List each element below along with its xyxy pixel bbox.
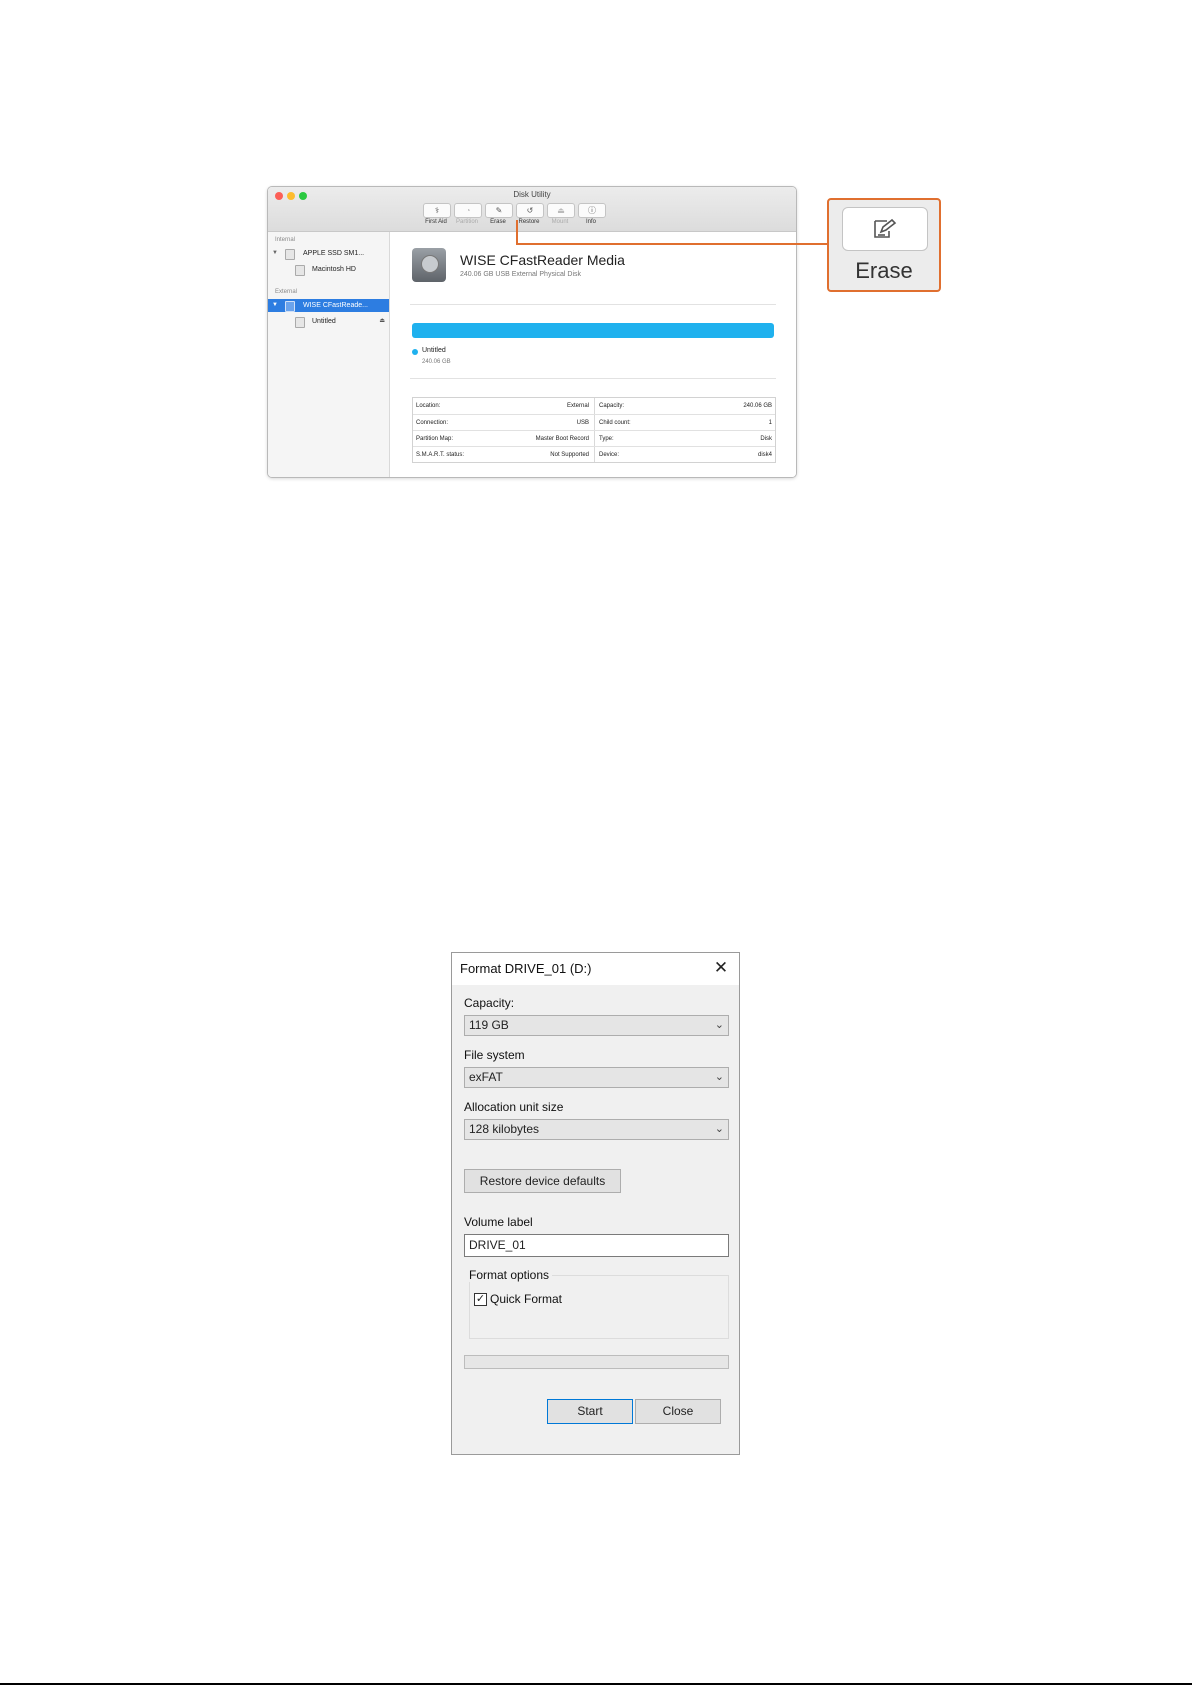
disk-info-table: Location: External Capacity: 240.06 GB C… — [412, 397, 776, 463]
info-key: S.M.A.R.T. status: — [416, 452, 465, 458]
disk-utility-window: Disk Utility ⚕ First Aid ◔ Partition ✎ E… — [267, 186, 797, 478]
table-row: Connection: USB Child count: 1 — [413, 414, 775, 431]
info-icon: ⓘ — [588, 206, 596, 215]
table-row: Partition Map: Master Boot Record Type: … — [413, 430, 775, 447]
disk-subtitle: 240.06 GB USB External Physical Disk — [460, 271, 581, 278]
window-title: Disk Utility — [513, 190, 551, 199]
info-key: Device: — [599, 452, 620, 458]
mount-icon: ⏏ — [557, 206, 565, 215]
restore-defaults-button[interactable]: Restore device defaults — [464, 1169, 621, 1193]
partition-size: 240.06 GB — [422, 359, 451, 365]
stethoscope-icon: ⚕ — [434, 206, 440, 215]
info-key: Capacity: — [599, 403, 625, 409]
info-key: Type: — [599, 436, 614, 442]
sidebar-item-label: APPLE SSD SM1... — [303, 250, 365, 257]
file-system-select[interactable]: exFAT ⌄ — [464, 1067, 729, 1088]
disk-icon — [285, 301, 295, 312]
erase-button-zoomed — [842, 207, 928, 251]
erase-icon: ✎ — [495, 206, 503, 215]
capacity-value: 119 GB — [469, 1018, 509, 1032]
info-key: Location: — [416, 403, 441, 409]
info-value: disk4 — [757, 452, 772, 458]
callout-connector — [516, 220, 518, 245]
format-dialog: Format DRIVE_01 (D:) ✕ Capacity: 119 GB … — [451, 952, 740, 1455]
partition-color-dot — [412, 349, 418, 355]
callout-connector — [516, 243, 828, 245]
start-button[interactable]: Start — [547, 1399, 633, 1424]
detail-pane: WISE CFastReader Media 240.06 GB USB Ext… — [390, 232, 796, 477]
capacity-select[interactable]: 119 GB ⌄ — [464, 1015, 729, 1036]
sidebar-item-untitled[interactable]: Untitled ⏏ — [268, 315, 389, 328]
sidebar-item-wise-cfastreader[interactable]: ▼ WISE CFastReade... — [268, 299, 389, 312]
dialog-title: Format DRIVE_01 (D:) — [460, 961, 592, 976]
restore-icon: ↺ — [526, 206, 534, 215]
sidebar-item-macintosh-hd[interactable]: Macintosh HD — [268, 263, 389, 276]
disk-icon — [285, 249, 295, 260]
info-key: Connection: — [416, 420, 449, 426]
close-button[interactable]: Close — [635, 1399, 721, 1424]
erase-callout-label: Erase — [855, 258, 913, 283]
volume-icon — [295, 317, 305, 328]
close-icon[interactable]: ✕ — [712, 959, 730, 977]
info-value: External — [566, 403, 589, 409]
mount-button[interactable]: ⏏ — [547, 203, 575, 218]
info-value: USB — [576, 420, 589, 426]
quick-format-label[interactable]: Quick Format — [490, 1292, 562, 1306]
capacity-label: Capacity: — [464, 996, 515, 1010]
info-button[interactable]: ⓘ — [578, 203, 606, 218]
divider — [410, 378, 776, 379]
partition-name: Untitled — [422, 347, 446, 354]
disclosure-triangle-icon[interactable]: ▼ — [272, 247, 278, 260]
erase-callout: Erase — [827, 198, 941, 292]
partition-button[interactable]: ◔ — [454, 203, 482, 218]
info-label: Info — [585, 219, 596, 225]
dialog-titlebar: Format DRIVE_01 (D:) ✕ — [452, 953, 739, 985]
allocation-unit-label: Allocation unit size — [464, 1100, 564, 1114]
table-row: Location: External Capacity: 240.06 GB — [413, 398, 775, 414]
format-options-label: Format options — [469, 1268, 553, 1282]
info-key: Partition Map: — [416, 436, 454, 442]
titlebar: Disk Utility ⚕ First Aid ◔ Partition ✎ E… — [268, 187, 796, 232]
chevron-down-icon: ⌄ — [714, 1019, 724, 1031]
format-progress-bar — [464, 1355, 729, 1369]
sidebar-item-apple-ssd[interactable]: ▼ APPLE SSD SM1... — [268, 247, 389, 260]
first-aid-button[interactable]: ⚕ — [423, 203, 451, 218]
chevron-down-icon: ⌄ — [714, 1071, 724, 1083]
volume-label-input[interactable]: DRIVE_01 — [464, 1234, 729, 1257]
volume-label-label: Volume label — [464, 1215, 533, 1229]
info-value: Not Supported — [550, 452, 589, 458]
table-row: S.M.A.R.T. status: Not Supported Device:… — [413, 446, 775, 463]
info-key: Child count: — [599, 420, 631, 426]
info-value: Master Boot Record — [535, 436, 589, 442]
sidebar-item-label: WISE CFastReade... — [303, 302, 368, 309]
allocation-unit-select[interactable]: 128 kilobytes ⌄ — [464, 1119, 729, 1140]
divider — [410, 304, 776, 305]
info-value: 240.06 GB — [743, 403, 772, 409]
erase-icon — [874, 218, 897, 238]
eject-icon[interactable]: ⏏ — [379, 315, 385, 328]
restore-button[interactable]: ↺ — [516, 203, 544, 218]
sidebar-item-label: Untitled — [312, 318, 336, 325]
quick-format-checkbox[interactable]: ✓ — [474, 1293, 487, 1306]
sidebar-heading-internal: Internal — [275, 237, 296, 243]
hard-drive-icon — [412, 248, 446, 282]
sidebar-item-label: Macintosh HD — [312, 266, 356, 273]
partition-icon: ◔ — [465, 206, 471, 215]
sidebar-heading-external: External — [275, 289, 298, 295]
volume-icon — [295, 265, 305, 276]
file-system-label: File system — [464, 1048, 525, 1062]
sidebar: Internal ▼ APPLE SSD SM1... Macintosh HD… — [268, 232, 390, 477]
disclosure-triangle-icon[interactable]: ▼ — [272, 299, 278, 312]
allocation-unit-value: 128 kilobytes — [469, 1122, 540, 1136]
info-value: Disk — [760, 436, 772, 442]
chevron-down-icon: ⌄ — [714, 1123, 724, 1135]
disk-name: WISE CFastReader Media — [460, 252, 625, 268]
disk-usage-bar — [412, 323, 774, 338]
info-value: 1 — [768, 420, 772, 426]
erase-button[interactable]: ✎ — [485, 203, 513, 218]
file-system-value: exFAT — [469, 1070, 503, 1084]
format-options-group — [469, 1275, 729, 1339]
